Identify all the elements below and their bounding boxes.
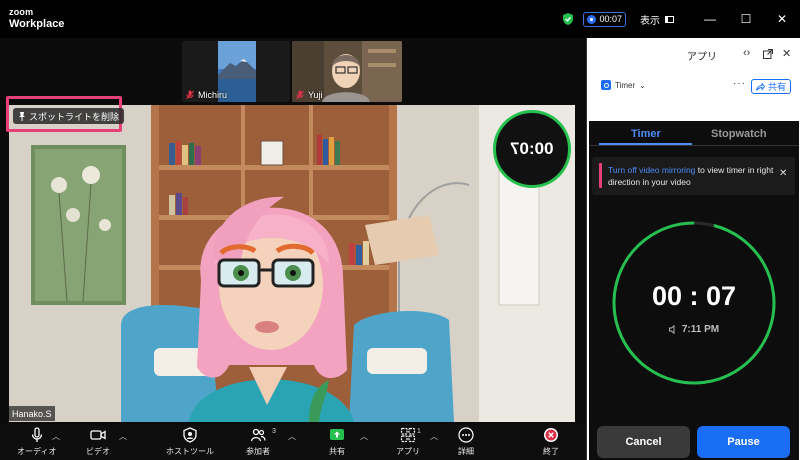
participants-count: 3 [272,428,276,435]
meeting-toolbar: オーディオ ︿ ビデオ ︿ ホストツール 参加者 3 ︿ 共有 ︿ アプリ 1 … [0,425,586,460]
participant-thumbnail[interactable]: Yuji [292,41,402,102]
tab-timer[interactable]: Timer [631,128,661,140]
share-app-button[interactable]: 共有 [751,79,791,94]
video-button[interactable]: ビデオ [86,427,110,457]
app-selector-row: Timer ⌄ ··· 共有 [587,75,800,97]
timer-display: 00 : 07 [651,281,737,311]
countdown-ring: 00 : 07 7:11 PM [610,219,778,387]
apps-icon [400,427,416,443]
tab-stopwatch[interactable]: Stopwatch [711,128,767,140]
record-icon [587,14,597,24]
apps-options-caret[interactable]: ︿ [430,431,438,442]
notice-text: Turn off video mirroring to view timer i… [608,165,774,187]
dismiss-notice-icon[interactable]: ✕ [779,168,787,179]
apps-count: 1 [417,428,421,435]
participant-name-tag: Yuji [296,90,323,100]
zoom-logo: zoom Workplace [9,8,64,30]
shield-icon [183,427,197,443]
mic-muted-icon [296,90,304,100]
panel-title: アプリ [687,52,717,63]
panel-header: アプリ ‹› ✕ [587,38,800,72]
audio-button[interactable]: オーディオ [17,427,56,457]
timer-app-icon [601,80,611,90]
maximize-button[interactable]: ☐ [728,0,764,38]
remove-spotlight-button[interactable]: スポットライトを削除 [13,108,125,124]
apps-side-panel: アプリ ‹› ✕ Timer ⌄ ··· 共有 Timer Stopwatch [586,38,800,460]
pop-out-icon[interactable] [763,49,773,59]
recording-indicator[interactable]: 00:07 [583,11,626,27]
share-screen-button[interactable]: 共有 [329,427,345,457]
end-meeting-button[interactable]: 終了 [543,427,559,457]
spotlight-video[interactable] [9,105,575,422]
video-options-caret[interactable]: ︿ [119,431,127,442]
speaker-name-tag: Hanako.S [9,406,55,421]
logo-product: Workplace [9,18,65,30]
cancel-button[interactable]: Cancel [597,426,690,458]
close-window-button[interactable]: ✕ [764,0,800,38]
encryption-shield-icon[interactable] [561,12,575,26]
more-button[interactable]: 詳細 [458,427,474,457]
timer-app: Timer Stopwatch Turn off video mirroring… [589,121,799,460]
participant-thumbnail[interactable]: Michiru [182,41,290,102]
participants-button[interactable]: 参加者 [246,427,270,457]
avatar-room-video-image [9,105,575,422]
host-tools-button[interactable]: ホストツール [166,427,214,457]
chevron-down-icon: ⌄ [639,80,646,90]
close-panel-icon[interactable]: ✕ [782,47,791,60]
share-options-caret[interactable]: ︿ [360,431,368,442]
microphone-icon [31,427,42,442]
timer-tabs: Timer Stopwatch [589,121,799,147]
pause-button[interactable]: Pause [697,426,790,458]
more-options-icon[interactable]: ··· [733,78,746,89]
mirroring-notice: Turn off video mirroring to view timer i… [592,157,795,195]
app-switcher-dropdown[interactable]: Timer ⌄ [601,80,646,90]
logo-brand: zoom [9,7,34,17]
tabs-divider [589,145,799,146]
code-icon[interactable]: ‹› [743,47,750,59]
pin-icon [19,111,25,121]
recording-time: 00:07 [599,14,622,24]
more-dots-icon [458,427,474,443]
view-label: 表示 [640,15,660,27]
audio-options-caret[interactable]: ︿ [52,431,60,442]
meeting-stage: Michiru Yuji スポットライトを削除 00:07 Hanako.S [0,38,586,425]
title-bar: zoom Workplace 00:07 表示 — ☐ ✕ [0,0,800,38]
video-camera-icon [90,430,106,440]
minimize-button[interactable]: — [692,0,728,38]
share-icon [756,82,765,91]
participant-name-tag: Michiru [186,90,227,100]
end-close-icon [544,428,558,442]
gallery-view-icon [665,15,674,23]
notice-accent-bar [599,163,602,188]
timer-end-time: 7:11 PM [610,324,778,335]
mirroring-settings-link[interactable]: Turn off video mirroring [608,165,695,175]
view-menu-button[interactable]: 表示 [640,12,674,27]
participants-icon [250,428,266,442]
participants-options-caret[interactable]: ︿ [288,431,296,442]
mic-muted-icon [186,90,194,100]
volume-muted-icon [668,325,675,334]
share-screen-icon [330,429,344,440]
video-timer-overlay: 00:07 [493,110,571,188]
